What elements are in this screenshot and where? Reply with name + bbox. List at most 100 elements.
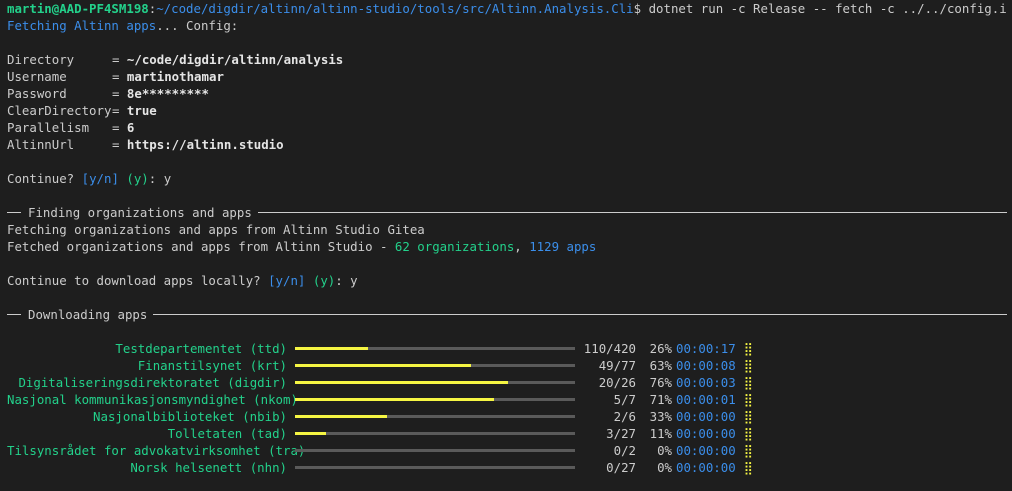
download-progress-fill bbox=[295, 398, 494, 401]
download-percent: 0% bbox=[657, 460, 672, 475]
section-rule-downloading: Downloading apps bbox=[7, 306, 1007, 323]
continue-answer: y bbox=[163, 171, 172, 186]
download-name: Tolletaten (tad) bbox=[167, 426, 287, 441]
continue-default: (y) bbox=[118, 171, 149, 186]
download-elapsed-time: 00:00:00 bbox=[676, 443, 736, 458]
spinner-icon: ⣿ bbox=[743, 375, 753, 390]
download-elapsed-time: 00:00:01 bbox=[676, 392, 736, 407]
download-row: Finanstilsynet (krt) 49/77 63% 00:00:08 ⣿ bbox=[7, 357, 1007, 374]
spinner-icon: ⣿ bbox=[743, 443, 753, 458]
config-key: Password bbox=[7, 86, 67, 101]
continue-answer: y bbox=[350, 273, 358, 288]
download-progress-fill bbox=[295, 364, 472, 367]
download-count: 20/26 bbox=[598, 375, 636, 390]
fetched-prefix: Fetched organizations and apps from Alti… bbox=[7, 239, 395, 254]
download-percent: 76% bbox=[649, 375, 672, 390]
continue-prompt: Continue? [y/n] (y): y bbox=[7, 170, 1007, 187]
download-progress-bar bbox=[295, 449, 575, 452]
download-list: Testdepartementet (ttd) 110/420 26% 00:00:1… bbox=[7, 340, 1007, 476]
download-progress-bar bbox=[295, 347, 575, 350]
fetched-line: Fetched organizations and apps from Alti… bbox=[7, 238, 1007, 255]
download-name: Norsk helsenett (nhn) bbox=[130, 460, 287, 475]
download-progress-fill bbox=[295, 432, 326, 435]
config-row: Password = 8e********* bbox=[7, 86, 209, 101]
section-title: Finding organizations and apps bbox=[28, 205, 252, 220]
continue-colon: : bbox=[335, 273, 351, 288]
terminal-window[interactable]: martin@AAD-PF4SM198: ~/code/digdir/altinn… bbox=[7, 0, 1007, 476]
download-progress-fill bbox=[295, 381, 508, 384]
spinner-icon: ⣿ bbox=[743, 358, 753, 373]
prompt-symbol: $ bbox=[633, 1, 642, 16]
spinner-icon: ⣿ bbox=[743, 426, 753, 441]
download-name: Nasjonalbiblioteket (nbib) bbox=[93, 409, 287, 424]
section-title: Downloading apps bbox=[28, 307, 148, 322]
continue-choices: [y/n] bbox=[81, 171, 119, 186]
fetched-orgs: 62 organizations bbox=[394, 239, 515, 254]
download-elapsed-time: 00:00:08 bbox=[676, 358, 736, 373]
config-value: 6 bbox=[126, 120, 135, 135]
config-key: Parallelism bbox=[7, 120, 90, 135]
config-row: Directory = ~/code/digdir/altinn/analysis bbox=[7, 52, 344, 67]
download-elapsed-time: 00:00:03 bbox=[676, 375, 736, 390]
download-row: Nasjonal kommunikasjonsmyndighet (nkom) 5… bbox=[7, 391, 1007, 408]
config-value: true bbox=[126, 103, 157, 118]
continue-text: Continue to download apps locally? bbox=[7, 273, 269, 288]
download-progress-fill bbox=[295, 415, 388, 418]
rule-dash bbox=[7, 314, 21, 315]
fetching-rest: ... Config: bbox=[156, 18, 239, 33]
config-key: AltinnUrl bbox=[7, 137, 75, 152]
prompt-path: ~/code/digdir/altinn/altinn-studio/tools… bbox=[156, 1, 634, 16]
config-value: 8e********* bbox=[126, 86, 209, 101]
download-name: Testdepartementet (ttd) bbox=[115, 341, 287, 356]
download-elapsed-time: 00:00:00 bbox=[676, 460, 736, 475]
download-percent: 71% bbox=[649, 392, 672, 407]
download-progress-bar bbox=[295, 466, 575, 469]
download-count: 2/6 bbox=[613, 409, 636, 424]
config-key: Directory bbox=[7, 52, 75, 67]
config-value: https://altinn.studio bbox=[126, 137, 284, 152]
config-row: Username = martinothamar bbox=[7, 69, 224, 84]
download-elapsed-time: 00:00:00 bbox=[676, 409, 736, 424]
rule-fill bbox=[257, 212, 1007, 213]
download-percent: 11% bbox=[649, 426, 672, 441]
config-key: ClearDirectory bbox=[7, 103, 112, 118]
download-row: Tilsynsrådet for advokatvirksomhet (tra)… bbox=[7, 442, 1007, 459]
download-progress-fill bbox=[295, 347, 368, 350]
config-list: Directory = ~/code/digdir/altinn/analysis… bbox=[7, 51, 1007, 153]
download-name: Tilsynsrådet for advokatvirksomhet (tra) bbox=[7, 443, 306, 458]
spinner-icon: ⣿ bbox=[743, 460, 753, 475]
config-row: AltinnUrl = https://altinn.studio bbox=[7, 137, 284, 152]
spinner-icon: ⣿ bbox=[743, 392, 753, 407]
config-row: ClearDirectory= true bbox=[7, 103, 157, 118]
config-value: martinothamar bbox=[126, 69, 224, 84]
prompt-line: martin@AAD-PF4SM198:~/code/digdir/altinn… bbox=[7, 0, 1007, 17]
download-row: Testdepartementet (ttd) 110/420 26% 00:00:1… bbox=[7, 340, 1007, 357]
download-count: 49/77 bbox=[598, 358, 636, 373]
download-count: 0/2 bbox=[613, 443, 636, 458]
download-percent: 63% bbox=[649, 358, 672, 373]
download-name: Nasjonal kommunikasjonsmyndighet (nkom) bbox=[7, 392, 298, 407]
rule-fill bbox=[153, 314, 1007, 315]
section-rule-finding: Finding organizations and apps bbox=[7, 204, 1007, 221]
spinner-icon: ⣿ bbox=[743, 409, 753, 424]
download-progress-bar bbox=[295, 364, 575, 367]
config-row: Parallelism = 6 bbox=[7, 120, 135, 135]
download-progress-bar bbox=[295, 381, 575, 384]
fetching-label: Fetching Altinn apps bbox=[7, 18, 157, 33]
continue-default: (y) bbox=[305, 273, 336, 288]
download-progress-bar bbox=[295, 432, 575, 435]
continue-choices: [y/n] bbox=[268, 273, 306, 288]
rule-dash bbox=[7, 212, 21, 213]
prompt-user: martin@AAD-PF4SM198 bbox=[7, 1, 149, 16]
download-name: Digitaliseringsdirektoratet (digdir) bbox=[18, 375, 287, 390]
fetched-apps: 1129 apps bbox=[529, 239, 597, 254]
gitea-line: Fetching organizations and apps from Alt… bbox=[7, 222, 425, 237]
download-count: 0/27 bbox=[606, 460, 636, 475]
download-count: 5/7 bbox=[613, 392, 636, 407]
prompt-command: dotnet run -c Release -- fetch -c ../../… bbox=[641, 1, 1007, 16]
download-count: 3/27 bbox=[606, 426, 636, 441]
config-key: Username bbox=[7, 69, 67, 84]
config-value: ~/code/digdir/altinn/analysis bbox=[126, 52, 344, 67]
download-elapsed-time: 00:00:17 bbox=[676, 341, 736, 356]
download-row: Tolletaten (tad) 3/27 11% 00:00:00 ⣿ bbox=[7, 425, 1007, 442]
